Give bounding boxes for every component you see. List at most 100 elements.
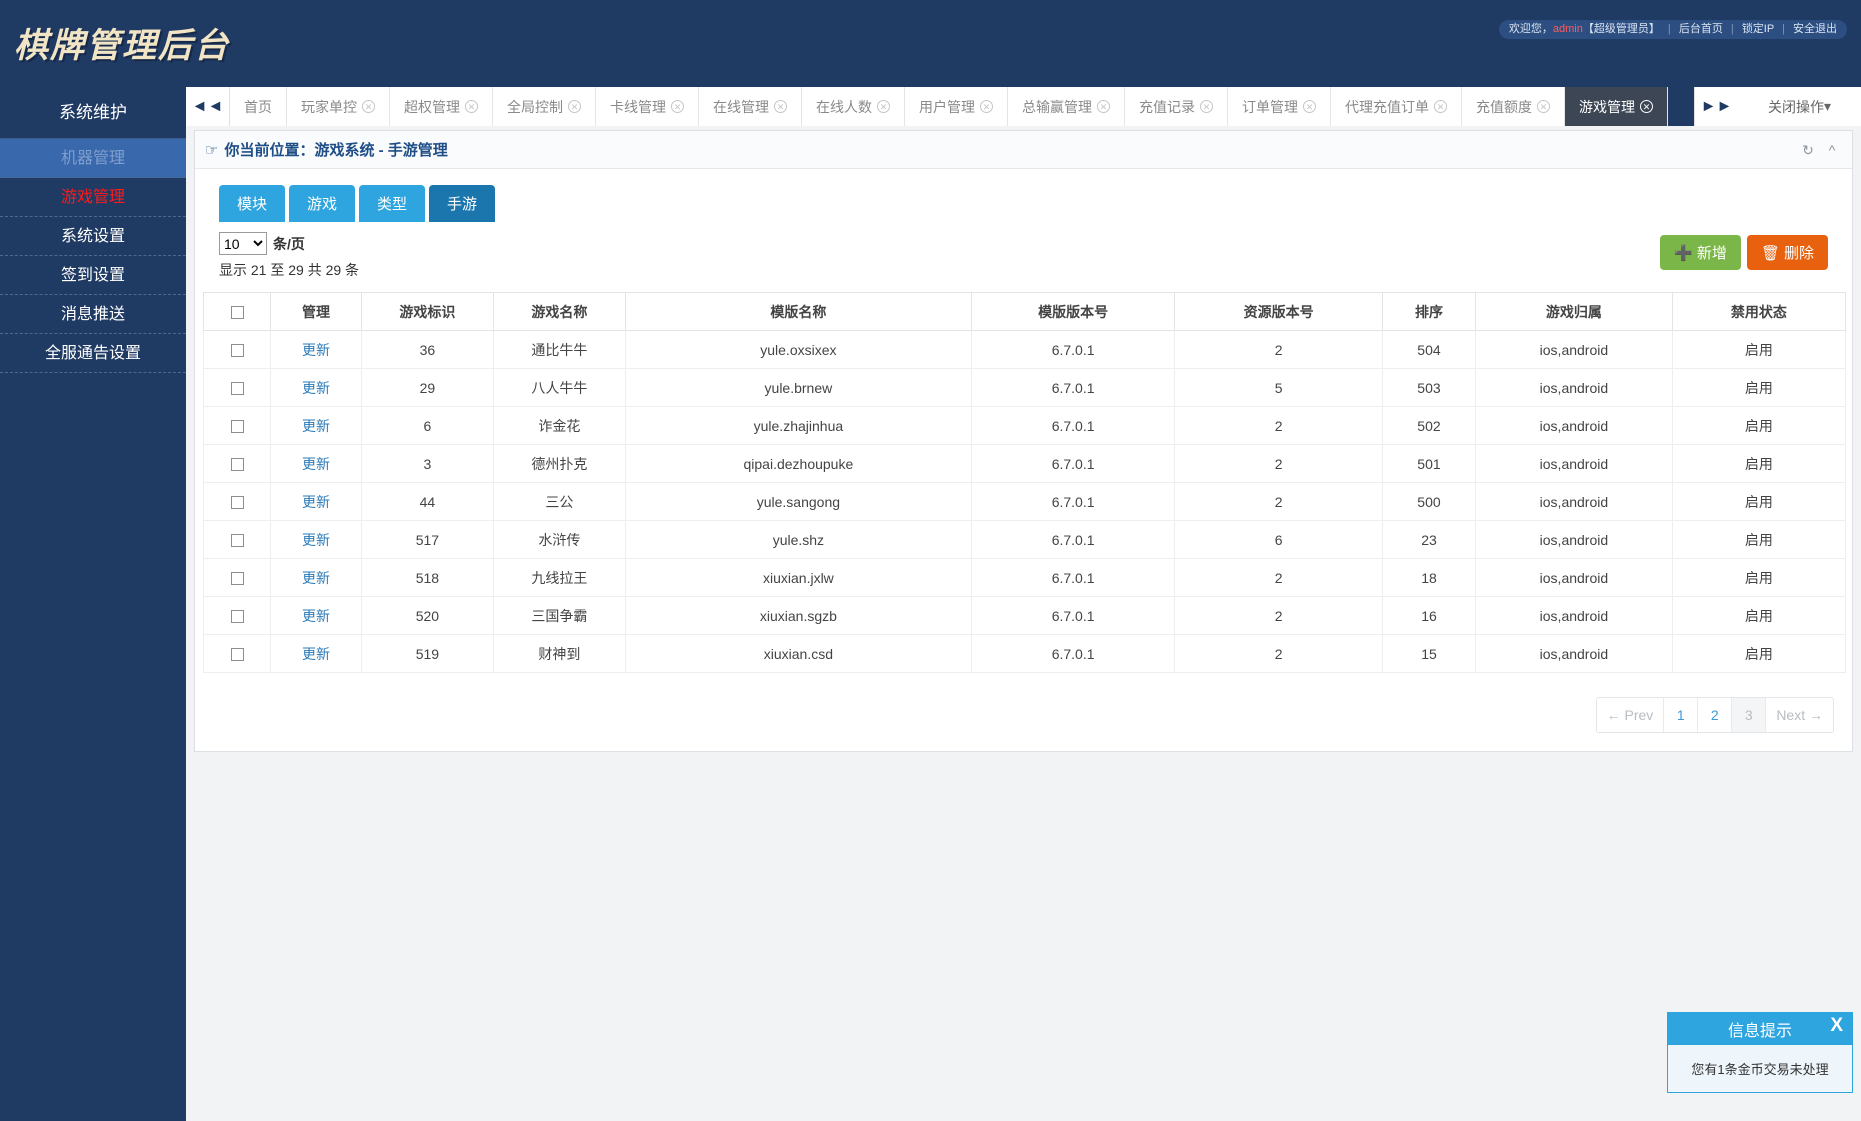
chevron-double-left-icon[interactable]: ◄◄ — [186, 87, 230, 126]
sidebar-item-machine-management[interactable]: 机器管理 — [0, 139, 186, 178]
row-manage-cell: 更新 — [270, 520, 362, 559]
cell-template: yule.brnew — [624, 368, 972, 407]
update-link[interactable]: 更新 — [302, 418, 330, 434]
link-backend-home[interactable]: 后台首页 — [1679, 23, 1723, 35]
tab-close-icon[interactable]: ✕ — [568, 100, 581, 113]
tab-item[interactable]: 用户管理 ✕ — [905, 87, 1008, 126]
info-toast: 信息提示 X 您有1条金币交易未处理 — [1667, 1012, 1853, 1093]
tab-close-icon[interactable]: ✕ — [671, 100, 684, 113]
sidebar-item-system-settings[interactable]: 系统设置 — [0, 217, 186, 256]
checkbox-icon[interactable] — [230, 306, 244, 320]
update-link[interactable]: 更新 — [302, 646, 330, 662]
checkbox-icon[interactable] — [230, 534, 244, 548]
cell-template: yule.zhajinhua — [624, 406, 972, 445]
tab-item[interactable]: 充值额度 ✕ — [1462, 87, 1565, 126]
tab-item[interactable]: 充值记录 ✕ — [1125, 87, 1228, 126]
link-lock-ip[interactable]: 锁定IP — [1742, 23, 1774, 35]
cell-sort: 503 — [1381, 368, 1476, 407]
pagination-next[interactable]: Next → — [1766, 698, 1833, 732]
close-icon[interactable]: X — [1830, 1015, 1843, 1037]
checkbox-icon[interactable] — [230, 648, 244, 662]
tab-item[interactable]: 游戏管理 ✕ — [1565, 87, 1668, 126]
toast-message: 您有1条金币交易未处理 — [1691, 1062, 1829, 1077]
update-link[interactable]: 更新 — [302, 380, 330, 396]
tab-item[interactable]: 在线管理 ✕ — [699, 87, 802, 126]
sidebar-item-label: 全服通告设置 — [44, 345, 141, 362]
update-link[interactable]: 更新 — [302, 608, 330, 624]
tab-item[interactable]: 首页 — [230, 87, 287, 126]
row-checkbox-cell — [202, 406, 272, 445]
checkbox-icon[interactable] — [230, 496, 244, 510]
cell-tpl-ver: 6.7.0.1 — [970, 596, 1176, 635]
sidebar-item-game-management[interactable]: 游戏管理 — [0, 178, 187, 217]
link-logout[interactable]: 安全退出 — [1793, 23, 1837, 35]
tab-item[interactable]: 卡线管理 ✕ — [596, 87, 699, 126]
checkbox-icon[interactable] — [230, 344, 244, 358]
tab-close-icon[interactable]: ✕ — [774, 100, 787, 113]
checkbox-icon[interactable] — [230, 458, 244, 472]
brand-logo: 棋牌管理后台 — [14, 26, 230, 66]
chevron-up-icon[interactable]: ^ — [1824, 142, 1840, 158]
tab-close-icon[interactable]: ✕ — [465, 100, 478, 113]
table-row: 更新 6 诈金花 yule.zhajinhua 6.7.0.1 2 502 ios,andro… — [202, 406, 1847, 445]
sidebar-item-message-push[interactable]: 消息推送 — [0, 295, 186, 334]
cell-template: yule.sangong — [624, 482, 972, 521]
tab-close-icon[interactable]: ✕ — [1640, 100, 1653, 113]
table-body: 更新 36 通比牛牛 yule.oxsixex 6.7.0.1 2 504 ios,andro… — [202, 330, 1847, 673]
checkbox-icon[interactable] — [230, 382, 244, 396]
update-link[interactable]: 更新 — [302, 570, 330, 586]
tab-close-icon[interactable]: ✕ — [980, 100, 993, 113]
subtab-mobile-game[interactable]: 手游 — [429, 185, 496, 222]
table-column-header: 模版名称 — [624, 292, 972, 331]
chevron-double-right-icon[interactable]: ►► — [1694, 87, 1738, 126]
delete-button[interactable]: 🗑 删除 — [1746, 235, 1828, 270]
cell-status: 启用 — [1671, 634, 1847, 673]
tab-close-icon[interactable]: ✕ — [1537, 100, 1550, 113]
update-link[interactable]: 更新 — [302, 456, 330, 472]
tab-item[interactable]: 超权管理 ✕ — [390, 87, 493, 126]
cell-res-ver: 6 — [1174, 520, 1383, 559]
tab-close-icon[interactable]: ✕ — [877, 100, 890, 113]
tab-close-icon[interactable]: ✕ — [1097, 100, 1110, 113]
checkbox-icon[interactable] — [230, 610, 244, 624]
sidebar-item-global-announcement[interactable]: 全服通告设置 — [0, 334, 186, 373]
tab-item[interactable]: 代理充值订单 ✕ — [1331, 87, 1462, 126]
sidebar-item-signin-settings[interactable]: 签到设置 — [0, 256, 186, 295]
checkbox-icon[interactable] — [230, 420, 244, 434]
table-row: 更新 518 九线拉王 xiuxian.jxlw 6.7.0.1 2 18 ios,andro… — [202, 558, 1847, 597]
pagination-page-2[interactable]: 2 — [1698, 698, 1733, 732]
update-link[interactable]: 更新 — [302, 494, 330, 510]
tab-close-icon[interactable]: ✕ — [1434, 100, 1447, 113]
pagination-page-1[interactable]: 1 — [1664, 698, 1699, 732]
tab-item[interactable]: 总输赢管理 ✕ — [1008, 87, 1125, 126]
tab-item[interactable]: 玩家单控 ✕ — [287, 87, 390, 126]
per-page-select[interactable]: 102050100 — [219, 232, 267, 255]
tab-close-icon[interactable]: ✕ — [362, 100, 375, 113]
tab-item[interactable]: 全局控制 ✕ — [493, 87, 596, 126]
row-checkbox-cell — [202, 444, 272, 483]
pagination: ← Prev 1 2 3 Next → — [1595, 697, 1834, 733]
cell-res-ver: 2 — [1174, 406, 1383, 445]
subtab-module[interactable]: 模块 — [219, 185, 286, 222]
tab-item[interactable]: 订单管理 ✕ — [1228, 87, 1331, 126]
update-link[interactable]: 更新 — [302, 342, 330, 358]
tab-item[interactable]: 在线人数 ✕ — [802, 87, 905, 126]
update-link[interactable]: 更新 — [302, 532, 330, 548]
cell-res-ver: 2 — [1174, 444, 1383, 483]
cell-tpl-ver: 6.7.0.1 — [970, 482, 1176, 521]
subtab-label: 手游 — [447, 196, 478, 213]
close-operations-label: 关闭操作 — [1767, 98, 1824, 115]
cell-sort: 18 — [1381, 558, 1476, 597]
table-column-header: 游戏归属 — [1474, 292, 1673, 331]
checkbox-icon[interactable] — [230, 572, 244, 586]
add-button-label: 新增 — [1696, 245, 1727, 262]
refresh-icon[interactable]: ↻ — [1800, 142, 1816, 158]
add-button[interactable]: ➕ 新增 — [1660, 235, 1741, 270]
tab-close-icon[interactable]: ✕ — [1200, 100, 1213, 113]
subtab-game[interactable]: 游戏 — [289, 185, 356, 222]
tab-close-icon[interactable]: ✕ — [1303, 100, 1316, 113]
pagination-prev[interactable]: ← Prev — [1596, 698, 1665, 732]
close-operations-menu[interactable]: 关闭操作 ▾ — [1738, 87, 1861, 126]
subtab-type[interactable]: 类型 — [359, 185, 426, 222]
pagination-page-3[interactable]: 3 — [1732, 698, 1767, 732]
